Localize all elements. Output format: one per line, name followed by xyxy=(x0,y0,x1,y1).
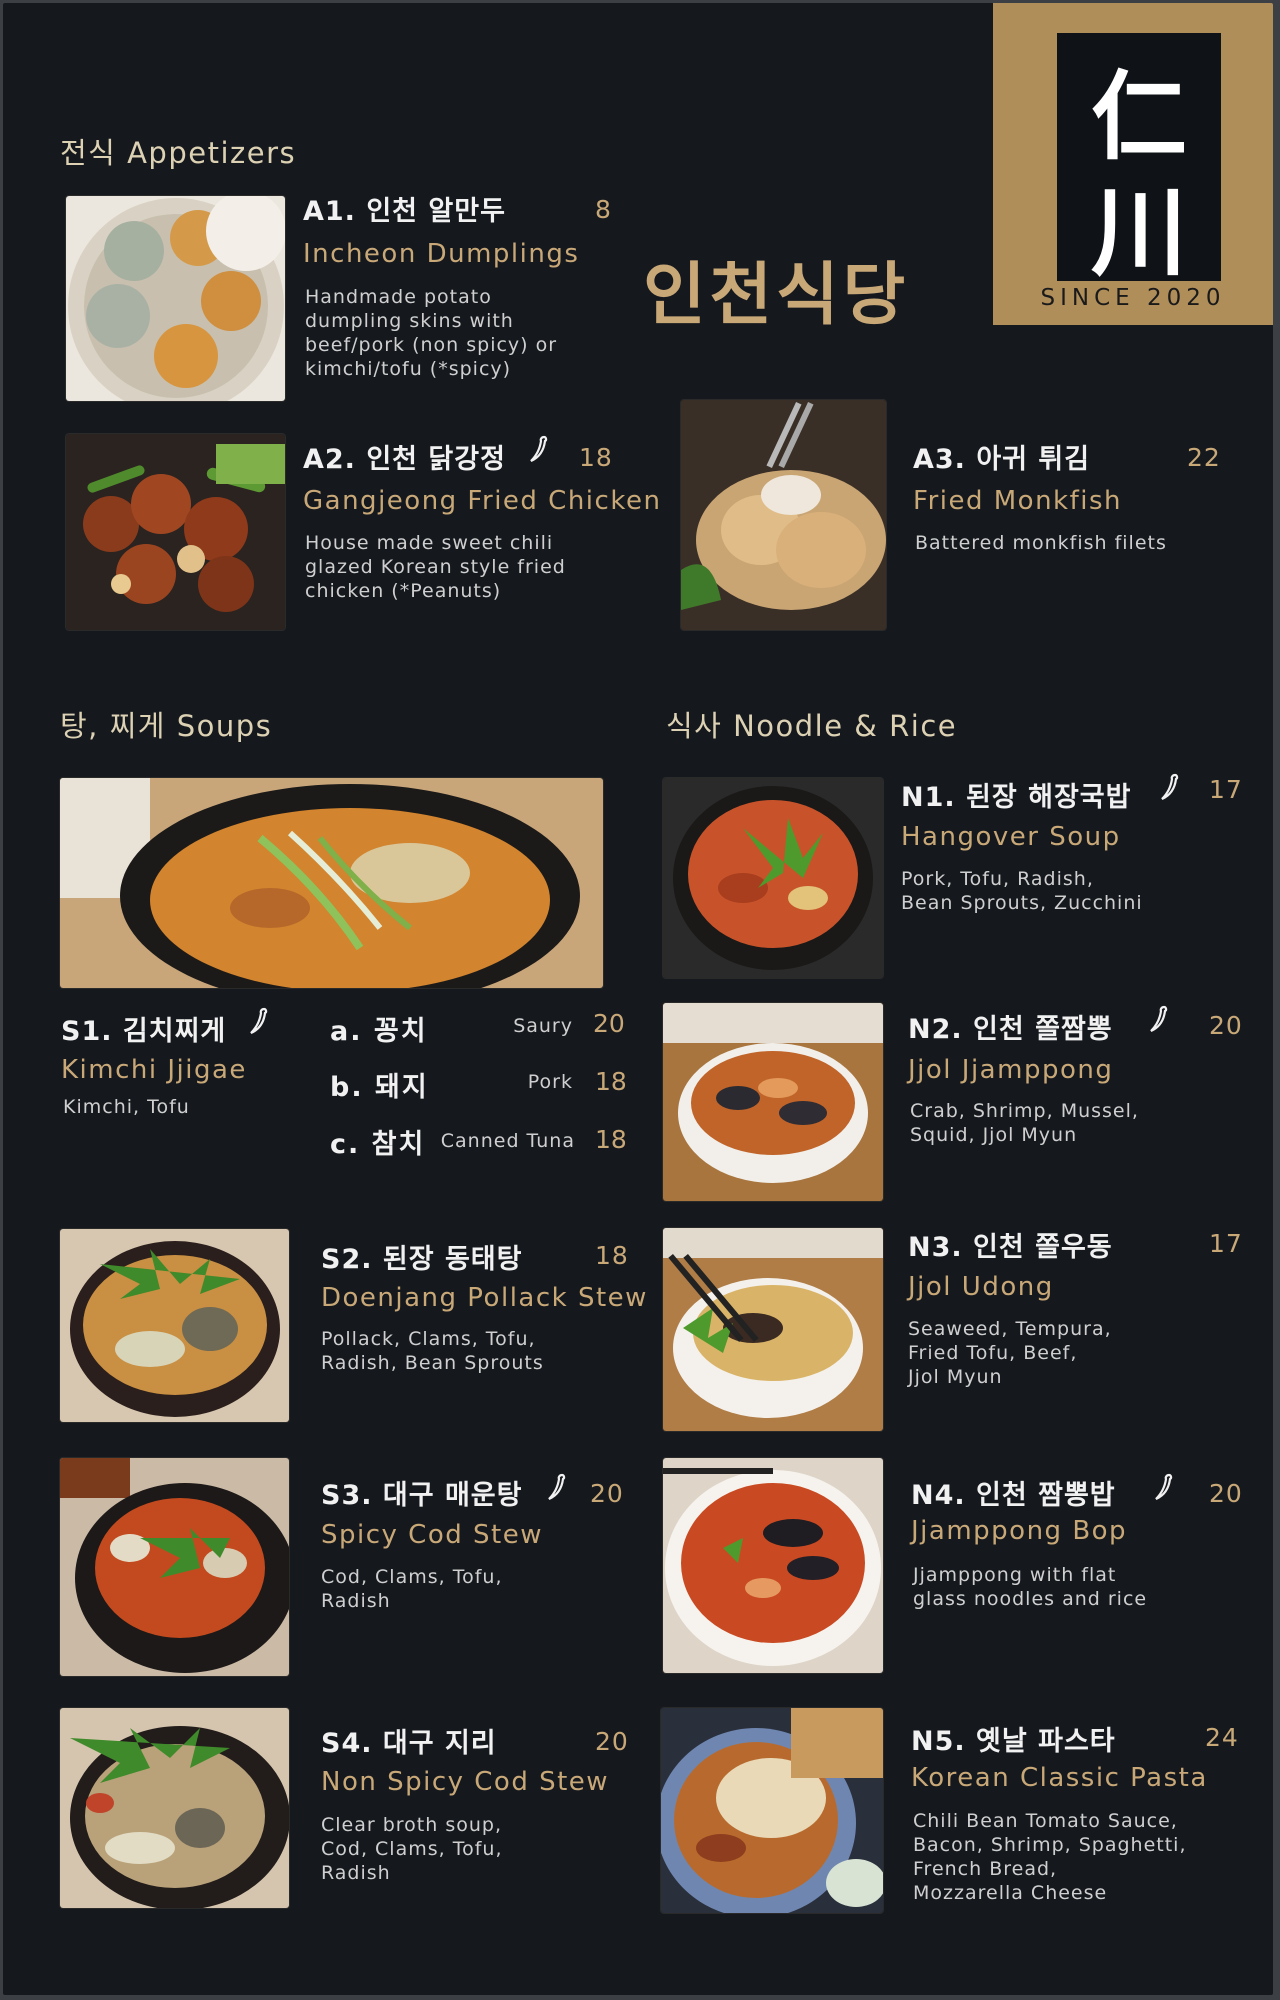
n2-description: Crab, Shrimp, Mussel, Squid, Jjol Myun xyxy=(910,1100,1139,1146)
s3-name-en: Spicy Cod Stew xyxy=(321,1520,543,1550)
n5-name-ko: N5. 옛날 파스타 xyxy=(911,1726,1116,1757)
s2-description: Pollack, Clams, Tofu, Radish, Bean Sprou… xyxy=(321,1328,544,1374)
s1-option-name: a. 꽁치 xyxy=(330,1016,428,1047)
s2-name-en: Doenjang Pollack Stew xyxy=(321,1283,648,1313)
kimchi-jjigae-photo xyxy=(60,778,603,988)
non-spicy-cod-stew-photo xyxy=(60,1708,289,1908)
restaurant-name: 인천식당 xyxy=(643,256,910,335)
logo-char-bottom: 川 xyxy=(1091,176,1187,289)
n2-name-ko: N2. 인천 쫄짬뽕 xyxy=(908,1014,1113,1045)
dumplings-photo xyxy=(66,196,285,401)
n3-price: 17 xyxy=(1209,1229,1243,1258)
n5-price: 24 xyxy=(1205,1723,1239,1752)
fried-chicken-photo xyxy=(66,434,285,630)
a3-price: 22 xyxy=(1187,443,1221,472)
chili-pepper-icon xyxy=(1150,1005,1168,1033)
hangover-soup-photo xyxy=(663,778,883,978)
n3-name-en: Jjol Udong xyxy=(908,1272,1054,1302)
s1-option-price: 18 xyxy=(595,1067,627,1096)
s1-option-en: Saury xyxy=(513,1015,573,1037)
n1-name-ko: N1. 된장 해장국밥 xyxy=(901,782,1132,813)
s2-name-ko: S2. 된장 동태탕 xyxy=(321,1244,523,1275)
jjamppong-bop-photo xyxy=(663,1458,883,1673)
n4-description: Jjamppong with flat glass noodles and ri… xyxy=(913,1564,1148,1610)
section-title-noodles: 식사 Noodle & Rice xyxy=(666,709,958,743)
section-title-appetizers: 전식 Appetizers xyxy=(60,136,297,170)
pollack-stew-photo xyxy=(60,1229,289,1422)
s1-option-price: 18 xyxy=(595,1125,627,1154)
a1-name-en: Incheon Dumplings xyxy=(303,239,580,269)
s1-description: Kimchi, Tofu xyxy=(63,1096,190,1118)
s3-name-ko: S3. 대구 매운탕 xyxy=(321,1480,523,1511)
s1-name-ko: S1. 김치찌게 xyxy=(61,1016,227,1047)
n5-name-en: Korean Classic Pasta xyxy=(911,1763,1208,1793)
section-title-soups: 탕, 찌게 Soups xyxy=(60,709,273,743)
a3-description: Battered monkfish filets xyxy=(915,532,1167,554)
a1-price: 8 xyxy=(595,195,612,224)
jjol-jjamppong-photo xyxy=(663,1003,883,1201)
n2-name-en: Jjol Jjamppong xyxy=(908,1055,1114,1085)
n4-name-ko: N4. 인천 짬뽕밥 xyxy=(911,1480,1116,1511)
chili-pepper-icon xyxy=(530,435,548,463)
a2-description: House made sweet chili glazed Korean sty… xyxy=(305,532,566,602)
chili-pepper-icon xyxy=(1161,773,1179,801)
s2-price: 18 xyxy=(595,1241,629,1270)
logo: 仁 川 SINCE 2020 xyxy=(993,3,1273,325)
s4-price: 20 xyxy=(595,1727,629,1756)
n4-price: 20 xyxy=(1209,1479,1243,1508)
n4-name-en: Jjamppong Bop xyxy=(911,1516,1128,1546)
jjol-udong-photo xyxy=(663,1228,883,1431)
chili-pepper-icon xyxy=(548,1473,566,1501)
s1-option-name: b. 돼지 xyxy=(330,1072,429,1103)
a1-description: Handmade potato dumpling skins with beef… xyxy=(305,286,558,380)
s4-name-ko: S4. 대구 지리 xyxy=(321,1728,497,1759)
n3-name-ko: N3. 인천 쫄우동 xyxy=(908,1232,1113,1263)
spicy-cod-stew-photo xyxy=(60,1458,289,1676)
s1-option-price: 20 xyxy=(593,1009,625,1038)
s3-price: 20 xyxy=(590,1479,624,1508)
n5-description: Chili Bean Tomato Sauce, Bacon, Shrimp, … xyxy=(913,1810,1187,1904)
n2-price: 20 xyxy=(1209,1011,1243,1040)
a2-price: 18 xyxy=(579,443,613,472)
a1-name-ko: A1. 인천 알만두 xyxy=(303,196,506,227)
a2-name-ko: A2. 인천 닭강정 xyxy=(303,444,506,475)
since-label: SINCE 2020 xyxy=(1040,285,1226,311)
s3-description: Cod, Clams, Tofu, Radish xyxy=(321,1566,503,1612)
n1-name-en: Hangover Soup xyxy=(901,822,1121,852)
n3-description: Seaweed, Tempura, Fried Tofu, Beef, Jjol… xyxy=(908,1318,1112,1388)
korean-classic-pasta-photo xyxy=(661,1708,883,1913)
menu-page: 仁 川 SINCE 2020 인천식당 전식 Appetizers 탕, 찌게 … xyxy=(3,3,1273,1995)
n1-description: Pork, Tofu, Radish, Bean Sprouts, Zucchi… xyxy=(901,868,1143,914)
s4-description: Clear broth soup, Cod, Clams, Tofu, Radi… xyxy=(321,1814,503,1884)
logo-emblem: 仁 川 xyxy=(1057,33,1221,289)
s1-option-name: c. 참치 xyxy=(330,1129,426,1160)
s1-option-en: Pork xyxy=(527,1071,573,1093)
s1-name-en: Kimchi Jjigae xyxy=(61,1055,247,1085)
a3-name-en: Fried Monkfish xyxy=(913,486,1123,516)
s4-name-en: Non Spicy Cod Stew xyxy=(321,1767,610,1797)
a2-name-en: Gangjeong Fried Chicken xyxy=(303,486,662,516)
a3-name-ko: A3. 아귀 튀김 xyxy=(913,444,1091,475)
s1-option-en: Canned Tuna xyxy=(440,1130,575,1152)
n1-price: 17 xyxy=(1209,775,1243,804)
chili-pepper-icon xyxy=(250,1007,268,1035)
fried-monkfish-photo xyxy=(681,400,886,630)
chili-pepper-icon xyxy=(1155,1473,1173,1501)
